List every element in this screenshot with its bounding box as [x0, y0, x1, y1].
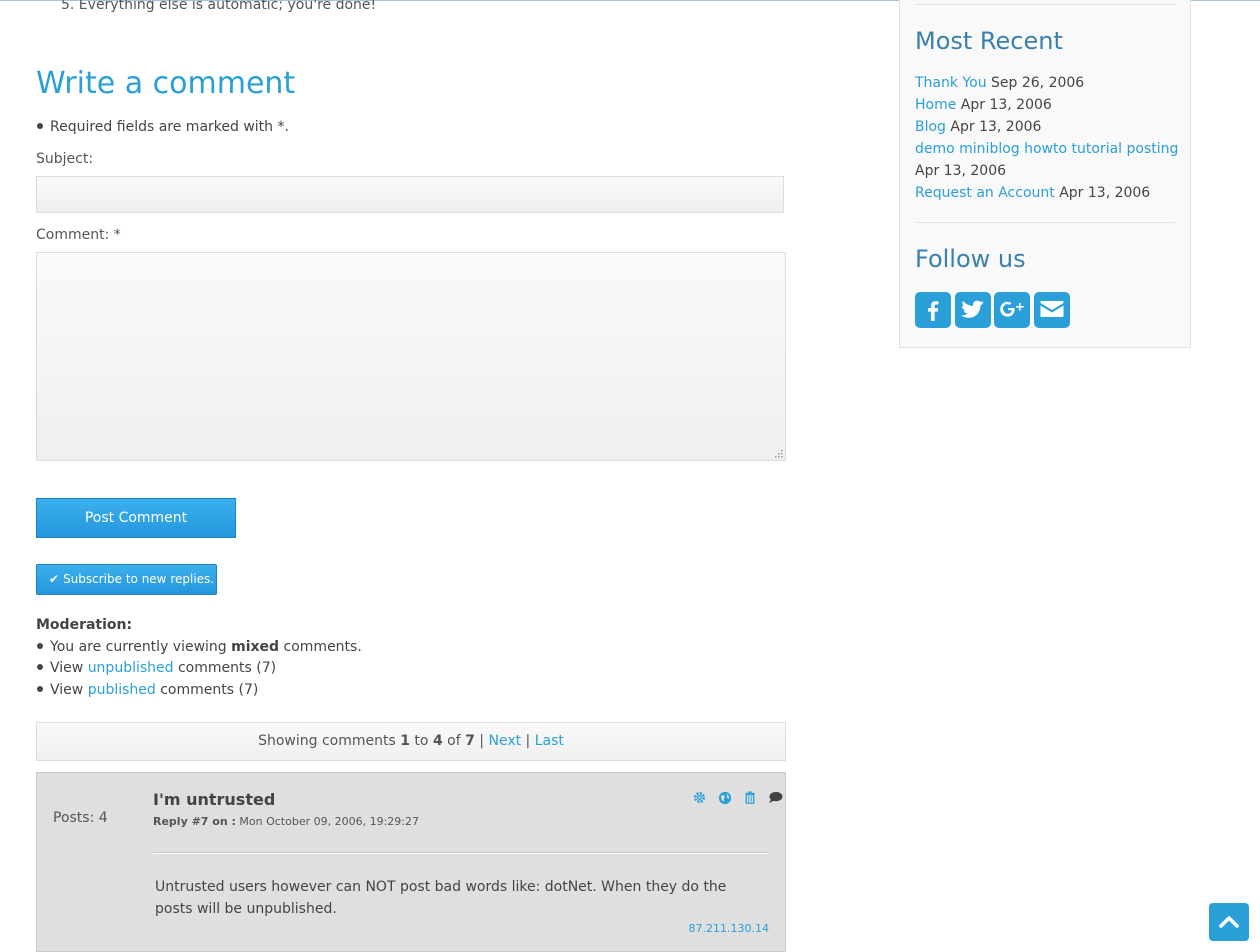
subscribe-button[interactable]: ✔ Subscribe to new replies.: [36, 564, 217, 595]
comment-divider: [153, 852, 769, 854]
mixed-label: mixed: [231, 639, 280, 655]
comment-label: Comment: *: [36, 227, 121, 243]
sidebar-divider: [915, 222, 1175, 223]
comment-ip-link[interactable]: 87.211.130.14: [689, 922, 769, 935]
recent-link[interactable]: Blog: [915, 119, 946, 135]
comment-actions: [693, 790, 783, 805]
moderation-mixed-line: You are currently viewing mixed comments…: [36, 639, 362, 655]
subscribe-label: Subscribe to new replies.: [63, 572, 215, 586]
moderation-heading: Moderation:: [36, 617, 133, 633]
social-links: [915, 292, 1073, 328]
recent-item: Request an Account Apr 13, 2006: [915, 185, 1151, 201]
recent-link[interactable]: demo miniblog howto tutorial posting: [915, 141, 1178, 157]
follow-us-heading: Follow us: [915, 245, 1026, 273]
recent-item: Blog Apr 13, 2006: [915, 119, 1042, 135]
moderation-unpublished-line: View unpublished comments (7): [36, 660, 276, 676]
trash-icon[interactable]: [744, 791, 756, 804]
recent-item: Home Apr 13, 2006: [915, 97, 1052, 113]
most-recent-list: Thank You Sep 26, 2006 Home Apr 13, 2006…: [915, 72, 1185, 204]
subject-label: Subject:: [36, 151, 94, 167]
comment-body: Untrusted users however can NOT post bad…: [155, 879, 727, 917]
comment-textarea[interactable]: [36, 252, 786, 461]
recent-item: Thank You Sep 26, 2006: [915, 75, 1085, 91]
write-comment-heading: Write a comment: [36, 66, 296, 101]
twitter-icon[interactable]: [954, 292, 991, 328]
google-plus-icon[interactable]: [994, 292, 1030, 328]
recent-item: demo miniblog howto tutorial posting Apr …: [915, 141, 1179, 179]
comment-date: Mon October 09, 2006, 19:29:27: [235, 815, 419, 828]
author-post-count: Posts: 4: [53, 810, 108, 826]
post-comment-button[interactable]: Post Comment: [36, 498, 236, 538]
comment-meta: Reply #7 on : Mon October 09, 2006, 19:2…: [153, 815, 419, 828]
back-to-top-button[interactable]: [1209, 903, 1249, 941]
envelope-icon[interactable]: [1033, 292, 1070, 328]
pager-from: 1: [400, 733, 410, 749]
recent-link[interactable]: Thank You: [915, 75, 987, 91]
pager-last-link[interactable]: Last: [535, 733, 564, 749]
globe-icon[interactable]: [718, 791, 732, 805]
published-link[interactable]: published: [88, 682, 156, 698]
sidebar: Most Recent Thank You Sep 26, 2006 Home …: [899, 0, 1191, 348]
comment-item: Posts: 4 I'm untrusted Reply #7 on : Mon…: [36, 772, 786, 952]
resize-grip-icon[interactable]: [773, 448, 783, 458]
pager-next-link[interactable]: Next: [488, 733, 521, 749]
comment-pager: Showing comments 1 to 4 of 7 | Next | La…: [36, 722, 786, 761]
comment-title: I'm untrusted: [153, 790, 276, 809]
check-icon: ✔: [49, 572, 60, 586]
chevron-up-icon: [1219, 916, 1239, 928]
required-fields-note: Required fields are marked with *.: [36, 119, 289, 135]
previous-step-text: 5. Everything else is automatic; you're …: [61, 0, 377, 13]
recent-link[interactable]: Home: [915, 97, 956, 113]
subject-input[interactable]: [36, 176, 784, 213]
sidebar-divider-top: [915, 4, 1175, 5]
pager-to: 4: [432, 733, 443, 749]
reply-label: Reply #7 on :: [153, 815, 236, 828]
moderation-published-line: View published comments (7): [36, 682, 258, 698]
most-recent-heading: Most Recent: [915, 27, 1063, 55]
facebook-icon[interactable]: [915, 292, 951, 328]
comment-icon[interactable]: [768, 791, 783, 804]
recent-link[interactable]: Request an Account: [915, 185, 1055, 201]
unpublished-link[interactable]: unpublished: [88, 660, 174, 676]
gear-icon[interactable]: [693, 791, 706, 804]
pager-total: 7: [465, 733, 475, 749]
